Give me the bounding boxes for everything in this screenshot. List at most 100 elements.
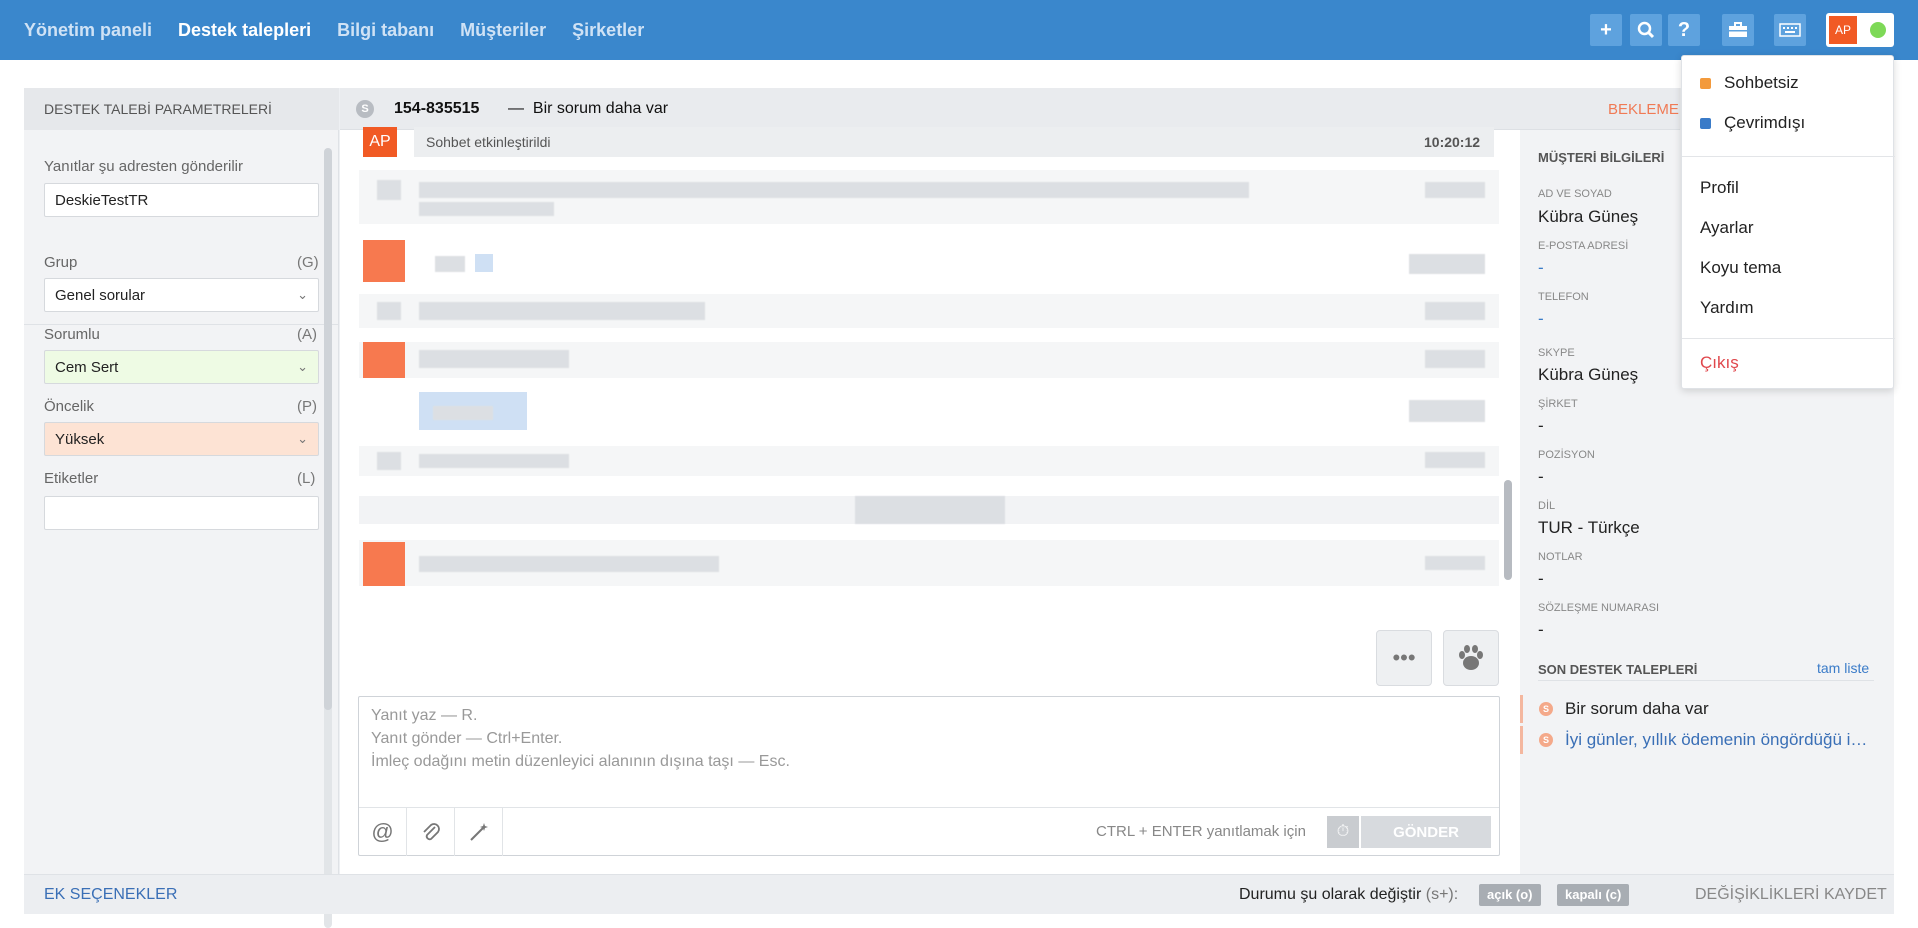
status-away-option[interactable]: Sohbetsiz — [1724, 73, 1799, 93]
change-status-text: Durumu şu olarak değiştir — [1239, 886, 1422, 903]
status-swatch — [1700, 78, 1711, 89]
field-label: AD VE SOYAD — [1538, 188, 1612, 200]
customer-position: - — [1538, 467, 1544, 486]
customer-notes: - — [1538, 569, 1544, 588]
customer-skype: Kübra Güneş — [1538, 365, 1639, 384]
menu-item-settings[interactable]: Ayarlar — [1700, 218, 1754, 238]
chat-scrollbar[interactable] — [1504, 480, 1512, 580]
redacted-message — [359, 342, 1499, 378]
help-icon[interactable]: ? — [1668, 14, 1700, 46]
divider — [1538, 680, 1874, 681]
status-swatch — [1700, 118, 1711, 129]
reply-placeholder-line: Yanıt gönder — Ctrl+Enter. — [371, 730, 563, 747]
priority-label: Öncelik — [44, 398, 95, 415]
avatar: AP — [1829, 16, 1857, 44]
responsible-select[interactable]: Cem Sert ⌄ — [44, 350, 319, 384]
field-label: DİL — [1538, 500, 1556, 512]
redacted-message — [359, 446, 1499, 476]
more-options-link[interactable]: EK SEÇENEKLER — [44, 886, 177, 904]
nav-item-knowledge-base[interactable]: Bilgi tabanı — [337, 20, 434, 41]
magic-wand-icon[interactable] — [455, 808, 503, 856]
main-nav: Yönetim paneli Destek talepleri Bilgi ta… — [24, 0, 644, 60]
sender-field[interactable]: DeskieTestTR — [44, 183, 319, 217]
nav-item-tickets[interactable]: Destek talepleri — [178, 20, 311, 41]
search-icon[interactable] — [1630, 14, 1662, 46]
reply-placeholder-line: Yanıt yaz — R. — [371, 707, 478, 724]
timer-icon[interactable]: ⏱ — [1327, 816, 1359, 848]
status-closed-button[interactable]: kapalı (c) — [1557, 884, 1630, 906]
ticket-parameters-panel: DESTEK TALEBİ PARAMETRELERİ Yanıtlar şu … — [24, 88, 339, 928]
redacted-message — [359, 170, 1499, 224]
user-menu-dropdown: Sohbetsiz Çevrimdışı Profil Ayarlar Koyu… — [1681, 55, 1895, 389]
system-message-text: Sohbet etkinleştirildi — [426, 134, 551, 150]
paw-icon[interactable] — [1443, 630, 1499, 686]
field-label: ŞİRKET — [1538, 398, 1578, 410]
more-options-button[interactable]: ••• — [1376, 630, 1432, 686]
briefcase-icon[interactable] — [1722, 14, 1754, 46]
attachment-icon[interactable] — [407, 808, 455, 856]
divider — [1682, 156, 1895, 157]
priority-select[interactable]: Yüksek ⌄ — [44, 422, 319, 456]
reply-editor[interactable]: Yanıt yaz — R. Yanıt gönder — Ctrl+Enter… — [358, 696, 1500, 856]
menu-item-profile[interactable]: Profil — [1700, 178, 1739, 198]
field-label: POZİSYON — [1538, 449, 1595, 461]
full-list-link[interactable]: tam liste — [1817, 660, 1869, 676]
panel-title: DESTEK TALEBİ PARAMETRELERİ — [24, 88, 339, 130]
ticket-status[interactable]: BEKLEME — [1608, 101, 1679, 118]
responsible-shortcut: (A) — [297, 326, 317, 343]
divider — [24, 324, 339, 325]
logout-button[interactable]: Çıkış — [1700, 353, 1739, 373]
save-changes-button[interactable]: DEĞİŞİKLİKLERİ KAYDET — [1695, 886, 1887, 904]
recent-ticket-item[interactable]: S İyi günler, yıllık ödemenin öngördüğü … — [1520, 726, 1894, 754]
group-select[interactable]: Genel sorular ⌄ — [44, 278, 319, 312]
customer-section-title: MÜŞTERİ BİLGİLERİ — [1538, 150, 1665, 165]
recent-ticket-title: İyi günler, yıllık ödemenin öngördüğü i… — [1565, 730, 1868, 749]
menu-item-help[interactable]: Yardım — [1700, 298, 1754, 318]
customer-contract-number: - — [1538, 620, 1544, 639]
status-open-button[interactable]: açık (o) — [1479, 884, 1541, 906]
group-label: Grup — [44, 254, 78, 271]
plus-icon[interactable]: + — [1590, 14, 1622, 46]
status-offline-option[interactable]: Çevrimdışı — [1724, 113, 1805, 133]
reply-toolbar: @ CTRL + ENTER yanıtlamak için ⏱ GÖNDER — [359, 807, 1499, 856]
nav-item-customers[interactable]: Müşteriler — [460, 20, 546, 41]
ticket-header: S 154-835515 — Bir sorum daha var BEKLEM… — [340, 88, 1680, 130]
field-label: TELEFON — [1538, 291, 1589, 303]
change-status-shortcut: (s+): — [1425, 886, 1459, 903]
customer-company: - — [1538, 416, 1544, 435]
recent-ticket-item[interactable]: S Bir sorum daha var — [1520, 695, 1894, 723]
recent-tickets-title: SON DESTEK TALEPLERİ — [1538, 662, 1698, 677]
skype-icon: S — [1539, 733, 1553, 747]
change-status-label: Durumu şu olarak değiştir (s+): — [1239, 886, 1458, 904]
field-label: NOTLAR — [1538, 551, 1583, 563]
redacted-date-divider — [359, 496, 1499, 524]
user-menu-toggle[interactable]: AP — [1826, 13, 1894, 47]
skype-icon: S — [356, 100, 374, 118]
nav-item-companies[interactable]: Şirketler — [572, 20, 644, 41]
nav-item-dashboard[interactable]: Yönetim paneli — [24, 20, 152, 41]
ticket-subject: Bir sorum daha var — [532, 100, 669, 117]
customer-email[interactable]: - — [1538, 258, 1544, 278]
redacted-message — [359, 390, 1499, 434]
keyboard-icon[interactable] — [1774, 14, 1806, 46]
ticket-id: 154-835515 — [394, 100, 480, 117]
reply-placeholder-line: İmleç odağını metin düzenleyici alanının… — [371, 753, 790, 770]
field-label: SKYPE — [1538, 347, 1575, 359]
skype-icon: S — [1539, 702, 1553, 716]
avatar: AP — [363, 127, 397, 157]
mention-icon[interactable]: @ — [359, 808, 407, 856]
scrollbar[interactable] — [324, 148, 332, 710]
responsible-label: Sorumlu — [44, 326, 100, 343]
recent-ticket-title: Bir sorum daha var — [1565, 699, 1709, 718]
online-status-icon — [1870, 22, 1886, 38]
chevron-down-icon: ⌄ — [297, 287, 308, 302]
chevron-down-icon: ⌄ — [297, 359, 308, 374]
tags-label: Etiketler — [44, 470, 99, 487]
sender-label: Yanıtlar şu adresten gönderilir — [44, 158, 243, 175]
tags-input[interactable] — [44, 496, 319, 530]
field-label: SÖZLEŞME NUMARASI — [1538, 602, 1660, 614]
customer-phone[interactable]: - — [1538, 309, 1544, 329]
menu-item-dark-theme[interactable]: Koyu tema — [1700, 258, 1781, 278]
group-value: Genel sorular — [55, 287, 146, 304]
send-button[interactable]: GÖNDER — [1361, 816, 1491, 848]
